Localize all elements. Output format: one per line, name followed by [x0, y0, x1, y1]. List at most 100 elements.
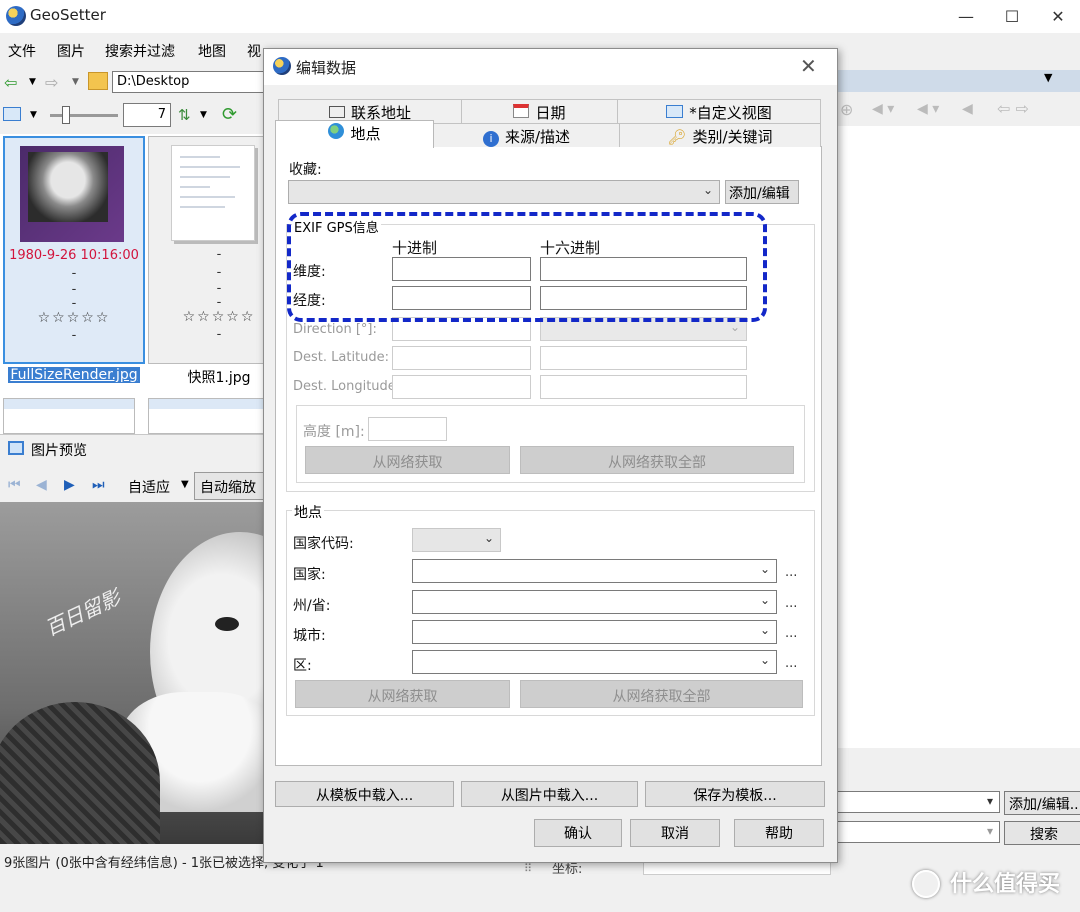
country-more-button[interactable]: ... — [785, 565, 797, 580]
fit-dropdown[interactable]: 自适应 — [128, 477, 170, 497]
thumbnail-card[interactable]: 1980-9-26 10:16:00 - - - ☆☆☆☆☆ - — [3, 136, 145, 364]
tab-location[interactable]: 地点 — [275, 120, 434, 148]
thumbnail-meta: - — [71, 328, 77, 343]
save-as-template-button[interactable]: 保存为模板... — [645, 781, 825, 807]
state-combo[interactable]: ⌄ — [412, 590, 777, 614]
tab-label: 类别/关键词 — [692, 128, 773, 146]
city-more-button[interactable]: ... — [785, 626, 797, 641]
maximize-button[interactable]: ☐ — [989, 0, 1035, 33]
district-combo[interactable]: ⌄ — [412, 650, 777, 674]
cancel-button[interactable]: 取消 — [630, 819, 720, 847]
sort-icon[interactable]: ⇅ — [178, 106, 191, 124]
favorites-add-edit-button[interactable]: 添加/编辑 — [725, 180, 799, 204]
search-combo[interactable]: ▾ — [828, 821, 1000, 843]
rating-stars[interactable]: ☆☆☆☆☆ — [5, 310, 143, 326]
geosetter-logo-icon — [273, 57, 291, 75]
zoom-icon[interactable]: ⊕ — [840, 100, 853, 119]
dest-latitude-label: Dest. Latitude: — [293, 350, 390, 365]
path-input[interactable]: D:\Desktop — [112, 71, 265, 93]
thumbnail-meta: - — [71, 282, 77, 297]
close-button[interactable]: ✕ — [1035, 0, 1080, 33]
dest-longitude-decimal-input[interactable] — [392, 375, 531, 399]
menu-view[interactable]: 视 — [247, 41, 261, 61]
prev-icon[interactable]: ◀ — [36, 477, 47, 493]
location-combo[interactable]: ▾ — [828, 791, 1000, 813]
favorites-label: 收藏: — [289, 162, 322, 178]
load-from-template-button[interactable]: 从模板中载入... — [275, 781, 454, 807]
dest-latitude-decimal-input[interactable] — [392, 346, 531, 370]
pin-icon[interactable]: ◀ — [962, 101, 973, 117]
location-fetch-online-all-button[interactable]: 从网络获取全部 — [520, 680, 803, 708]
chevron-down-icon[interactable]: ▼ — [1044, 71, 1052, 84]
next-icon[interactable]: ▶ — [64, 477, 75, 493]
folder-up-icon[interactable] — [88, 72, 108, 90]
thumbnail-card[interactable] — [148, 398, 280, 434]
thumbnail-filename[interactable]: FullSizeRender.jpg — [3, 367, 145, 383]
view-mode-icon[interactable] — [3, 107, 21, 121]
geosetter-logo-icon — [6, 6, 26, 26]
minimize-button[interactable]: — — [943, 0, 989, 33]
map-area[interactable] — [822, 126, 1080, 748]
zoom-slider[interactable] — [50, 114, 118, 117]
ok-button[interactable]: 确认 — [534, 819, 622, 847]
help-button[interactable]: 帮助 — [734, 819, 824, 847]
fetch-online-all-button[interactable]: 从网络获取全部 — [520, 446, 794, 474]
district-more-button[interactable]: ... — [785, 656, 797, 671]
location-fetch-online-button[interactable]: 从网络获取 — [295, 680, 510, 708]
watermark-text: 什么值得买 — [950, 872, 1061, 897]
country-combo[interactable]: ⌄ — [412, 559, 777, 583]
forward-dropdown-icon[interactable]: ▼ — [72, 77, 79, 87]
zoom-slider-thumb[interactable] — [62, 106, 70, 124]
back-dropdown-icon[interactable]: ▼ — [29, 77, 36, 87]
info-icon: i — [482, 131, 499, 147]
last-icon[interactable]: ⏭ — [92, 477, 105, 493]
photo-handwriting: 百日留影 — [41, 585, 124, 641]
thumbnail-meta: - — [71, 296, 77, 311]
main-titlebar — [0, 0, 1080, 33]
thumbnail-card[interactable] — [3, 398, 135, 434]
menu-map[interactable]: 地图 — [198, 41, 226, 61]
menu-search-filter[interactable]: 搜索并过滤 — [105, 41, 175, 61]
load-from-image-button[interactable]: 从图片中载入... — [461, 781, 638, 807]
forward-arrow-icon[interactable]: ⇨ — [45, 73, 58, 92]
city-combo[interactable]: ⌄ — [412, 620, 777, 644]
prev-marker-icon[interactable]: ◀ ▾ — [872, 101, 894, 117]
state-label: 州/省: — [293, 598, 331, 614]
menu-image[interactable]: 图片 — [57, 41, 85, 61]
tab-date[interactable]: 日期 — [461, 99, 618, 123]
resize-grip-icon[interactable]: ⠿ — [524, 862, 532, 875]
thumb-size-spinner[interactable]: 7 — [123, 103, 171, 127]
dest-longitude-hex-input[interactable] — [540, 375, 747, 399]
tab-label: 日期 — [535, 104, 566, 122]
tab-custom-view[interactable]: *自定义视图 — [617, 99, 821, 123]
thumbnail-image — [20, 146, 124, 242]
favorites-combo[interactable]: ⌄ — [288, 180, 720, 204]
calendar-icon — [513, 104, 530, 118]
direction-label: Direction [°]: — [293, 322, 377, 337]
fetch-online-button[interactable]: 从网络获取 — [305, 446, 510, 474]
city-label: 城市: — [293, 628, 326, 644]
dialog-close-button[interactable]: ✕ — [800, 54, 817, 78]
menu-file[interactable]: 文件 — [8, 41, 36, 61]
dest-latitude-hex-input[interactable] — [540, 346, 747, 370]
preview-window-icon — [8, 441, 24, 455]
search-button[interactable]: 搜索 — [1004, 821, 1080, 845]
tab-source-description[interactable]: i 来源/描述 — [433, 123, 620, 147]
history-icon[interactable]: ⇦ ⇨ — [997, 99, 1029, 118]
chevron-down-icon[interactable]: ▼ — [181, 479, 189, 490]
autozoom-button[interactable]: 自动缩放 — [194, 472, 264, 500]
state-more-button[interactable]: ... — [785, 596, 797, 611]
annotation-highlight-box — [287, 212, 767, 322]
tab-category-keywords[interactable]: 🔑︎ 类别/关键词 — [619, 123, 821, 147]
altitude-input[interactable] — [368, 417, 447, 441]
refresh-icon[interactable]: ⟳ — [222, 104, 237, 125]
map-panel-header — [822, 70, 1080, 92]
next-marker-icon[interactable]: ◀ ▾ — [917, 101, 939, 117]
view-mode-dropdown-icon[interactable]: ▼ — [30, 110, 37, 120]
sort-dropdown-icon[interactable]: ▼ — [200, 110, 207, 120]
first-icon[interactable]: ⏮ — [8, 477, 21, 493]
country-code-combo[interactable]: ⌄ — [412, 528, 501, 552]
back-arrow-icon[interactable]: ⇦ — [4, 73, 17, 92]
add-edit-button[interactable]: 添加/编辑.. — [1004, 791, 1080, 815]
watermark-logo-icon — [912, 870, 940, 898]
